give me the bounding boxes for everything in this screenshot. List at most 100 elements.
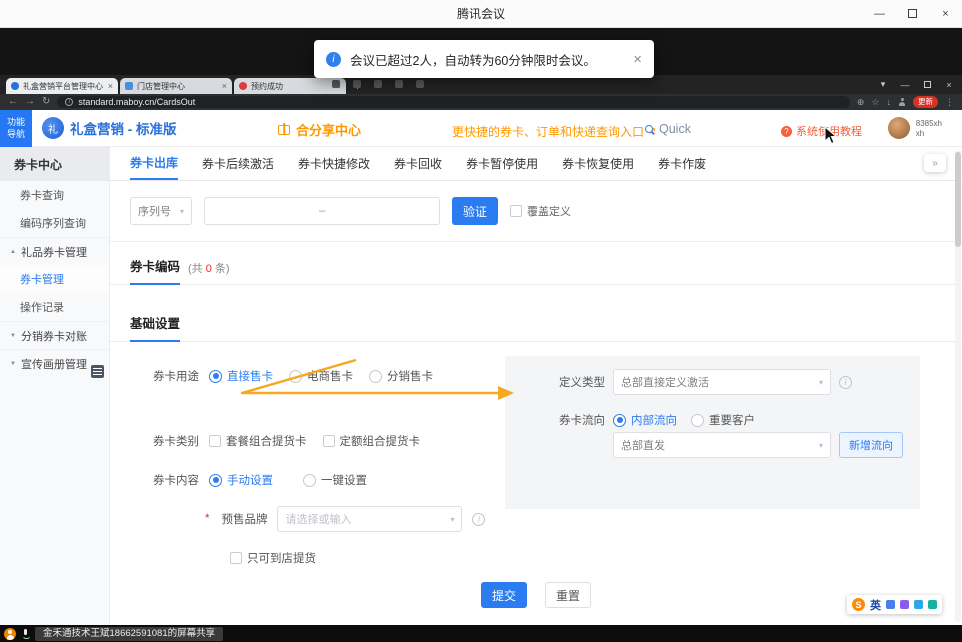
- share-center-link[interactable]: 合分享中心: [278, 120, 361, 139]
- tab-card-outbound[interactable]: 券卡出库: [130, 147, 178, 180]
- radio-label: 直接售卡: [227, 368, 273, 384]
- define-type-label: 定义类型: [557, 374, 605, 390]
- language-badge[interactable]: 英: [870, 597, 881, 613]
- browser-window-controls: ▾ — ×: [872, 75, 960, 94]
- tab-card-recycle[interactable]: 券卡回收: [394, 147, 442, 180]
- user-name: xh: [916, 129, 942, 139]
- tab-card-suspend[interactable]: 券卡暂停使用: [466, 147, 538, 180]
- maximize-button[interactable]: [896, 0, 929, 27]
- browser-tab-booking[interactable]: 预约成功 ×: [234, 78, 346, 94]
- card-tabs: 券卡出库 券卡后续激活 券卡快捷修改 券卡回收 券卡暂停使用 券卡恢复使用 券卡…: [110, 147, 962, 181]
- sidebar-item-card-management[interactable]: 券卡管理: [0, 265, 109, 293]
- scrollbar-thumb[interactable]: [955, 152, 961, 247]
- update-badge[interactable]: 更新: [913, 96, 938, 108]
- help-icon[interactable]: i: [839, 376, 852, 389]
- toolbar-icon[interactable]: [353, 80, 361, 88]
- plugin-icon[interactable]: [928, 600, 937, 609]
- browser-tab-store[interactable]: 门店管理中心 ×: [120, 78, 232, 94]
- serial-range-input[interactable]: –: [204, 197, 440, 225]
- radio-manual-setting[interactable]: 手动设置: [209, 472, 273, 488]
- sidebar-group-distribution-reconcile[interactable]: ▼ 分销券卡对账: [0, 321, 109, 349]
- flow-target-select[interactable]: 总部直发 ▾: [613, 432, 831, 458]
- sidebar-item-label: 编码序列查询: [20, 215, 86, 231]
- search-icon: [645, 125, 653, 133]
- url-text: standard.maboy.cn/CardsOut: [78, 97, 195, 107]
- browser-maximize-button[interactable]: [916, 80, 938, 90]
- plugin-icon[interactable]: [886, 600, 895, 609]
- tab-card-void[interactable]: 券卡作废: [658, 147, 706, 180]
- chevron-down-icon: ▾: [819, 378, 823, 387]
- chevron-down-icon: ▾: [819, 441, 823, 450]
- toolbar-icon[interactable]: [374, 80, 382, 88]
- override-checkbox[interactable]: 覆盖定义: [510, 203, 571, 219]
- minimize-button[interactable]: —: [863, 0, 896, 27]
- tab-card-quick-edit[interactable]: 券卡快捷修改: [298, 147, 370, 180]
- radio-internal-flow[interactable]: 内部流向: [613, 412, 677, 428]
- tab-search-icon[interactable]: ▾: [872, 79, 894, 90]
- checkbox-combo-pickup-card[interactable]: 套餐组合提货卡: [209, 433, 307, 449]
- profile-icon[interactable]: [898, 98, 906, 106]
- presale-brand-select[interactable]: 请选择或输入 ▾: [277, 506, 462, 532]
- radio-important-customer[interactable]: 重要客户: [691, 412, 755, 428]
- reload-icon[interactable]: ↻: [42, 97, 50, 107]
- quick-search-label: Quick: [659, 122, 691, 136]
- menu-dots-icon[interactable]: ⋮: [945, 98, 954, 107]
- tab-close-icon[interactable]: ×: [222, 81, 227, 91]
- tab-close-icon[interactable]: ×: [108, 81, 113, 91]
- tab-card-later-activation[interactable]: 券卡后续激活: [202, 147, 274, 180]
- toolbar-icon[interactable]: [416, 80, 424, 88]
- radio-ecommerce-sale[interactable]: 电商售卡: [289, 368, 353, 384]
- browser-minimize-button[interactable]: —: [894, 80, 916, 90]
- function-nav-toggle[interactable]: 功能 导航: [0, 110, 32, 147]
- logo-icon: 礼: [42, 117, 64, 139]
- banner-close-icon[interactable]: ×: [633, 51, 642, 68]
- help-icon[interactable]: i: [472, 513, 485, 526]
- serial-type-select[interactable]: 序列号 ▾: [130, 197, 192, 225]
- reset-button[interactable]: 重置: [545, 582, 591, 608]
- add-flow-button[interactable]: 新增流向: [839, 432, 903, 458]
- checkbox-icon: [323, 435, 335, 447]
- bookmark-star-icon[interactable]: ☆: [871, 98, 879, 107]
- sidebar-group-gift-card-mgmt[interactable]: ▲ 礼品券卡管理: [0, 237, 109, 265]
- meeting-titlebar: 腾讯会议 — ×: [0, 0, 962, 28]
- tab-favicon: [125, 82, 133, 90]
- expand-tabs-button[interactable]: »: [924, 154, 946, 172]
- checkbox-icon: [510, 205, 522, 217]
- browser-close-button[interactable]: ×: [938, 80, 960, 90]
- tab-label: 门店管理中心: [137, 81, 218, 92]
- toolbar-icon[interactable]: [332, 80, 340, 88]
- zoom-icon[interactable]: ⊕: [857, 98, 865, 107]
- radio-direct-sale[interactable]: 直接售卡: [209, 368, 273, 384]
- plugin-logo-icon[interactable]: S: [852, 598, 865, 611]
- url-bar[interactable]: i standard.maboy.cn/CardsOut: [57, 96, 849, 108]
- site-info-icon[interactable]: i: [65, 98, 73, 106]
- sidebar-item-code-sequence-query[interactable]: 编码序列查询: [0, 209, 109, 237]
- quick-search[interactable]: Quick: [645, 122, 691, 136]
- quick-entry-link[interactable]: 更快捷的券卡、订单和快递查询入口 ↗: [452, 123, 656, 140]
- tutorial-link[interactable]: ? 系统使用教程: [781, 123, 862, 139]
- close-button[interactable]: ×: [929, 0, 962, 27]
- tab-label: 预约成功: [251, 81, 332, 92]
- forward-icon[interactable]: →: [25, 97, 35, 107]
- override-label: 覆盖定义: [527, 203, 571, 219]
- toolbar-icon[interactable]: [395, 80, 403, 88]
- verify-button[interactable]: 验证: [452, 197, 498, 225]
- plugin-icon[interactable]: [914, 600, 923, 609]
- radio-label: 内部流向: [631, 412, 677, 428]
- radio-distribution-sale[interactable]: 分销售卡: [369, 368, 433, 384]
- browser-tab-marketing[interactable]: 礼盒营销平台管理中心 ×: [6, 78, 118, 94]
- checkbox-store-pickup-only[interactable]: 只可到店提货: [230, 550, 316, 566]
- scrollbar[interactable]: [955, 150, 961, 622]
- tab-card-resume[interactable]: 券卡恢复使用: [562, 147, 634, 180]
- sidebar-item-operation-log[interactable]: 操作记录: [0, 293, 109, 321]
- download-icon[interactable]: ↓: [887, 98, 892, 107]
- sidebar-item-card-query[interactable]: 券卡查询: [0, 181, 109, 209]
- submit-button[interactable]: 提交: [481, 582, 527, 608]
- define-type-select[interactable]: 总部直接定义激活 ▾: [613, 369, 831, 395]
- plugin-icon[interactable]: [900, 600, 909, 609]
- back-icon[interactable]: ←: [8, 97, 18, 107]
- sidebar-panel-toggle-icon[interactable]: [91, 365, 104, 378]
- radio-one-click-setting[interactable]: 一键设置: [303, 472, 367, 488]
- checkbox-fixed-combo-pickup-card[interactable]: 定额组合提货卡: [323, 433, 421, 449]
- user-avatar[interactable]: [888, 117, 910, 139]
